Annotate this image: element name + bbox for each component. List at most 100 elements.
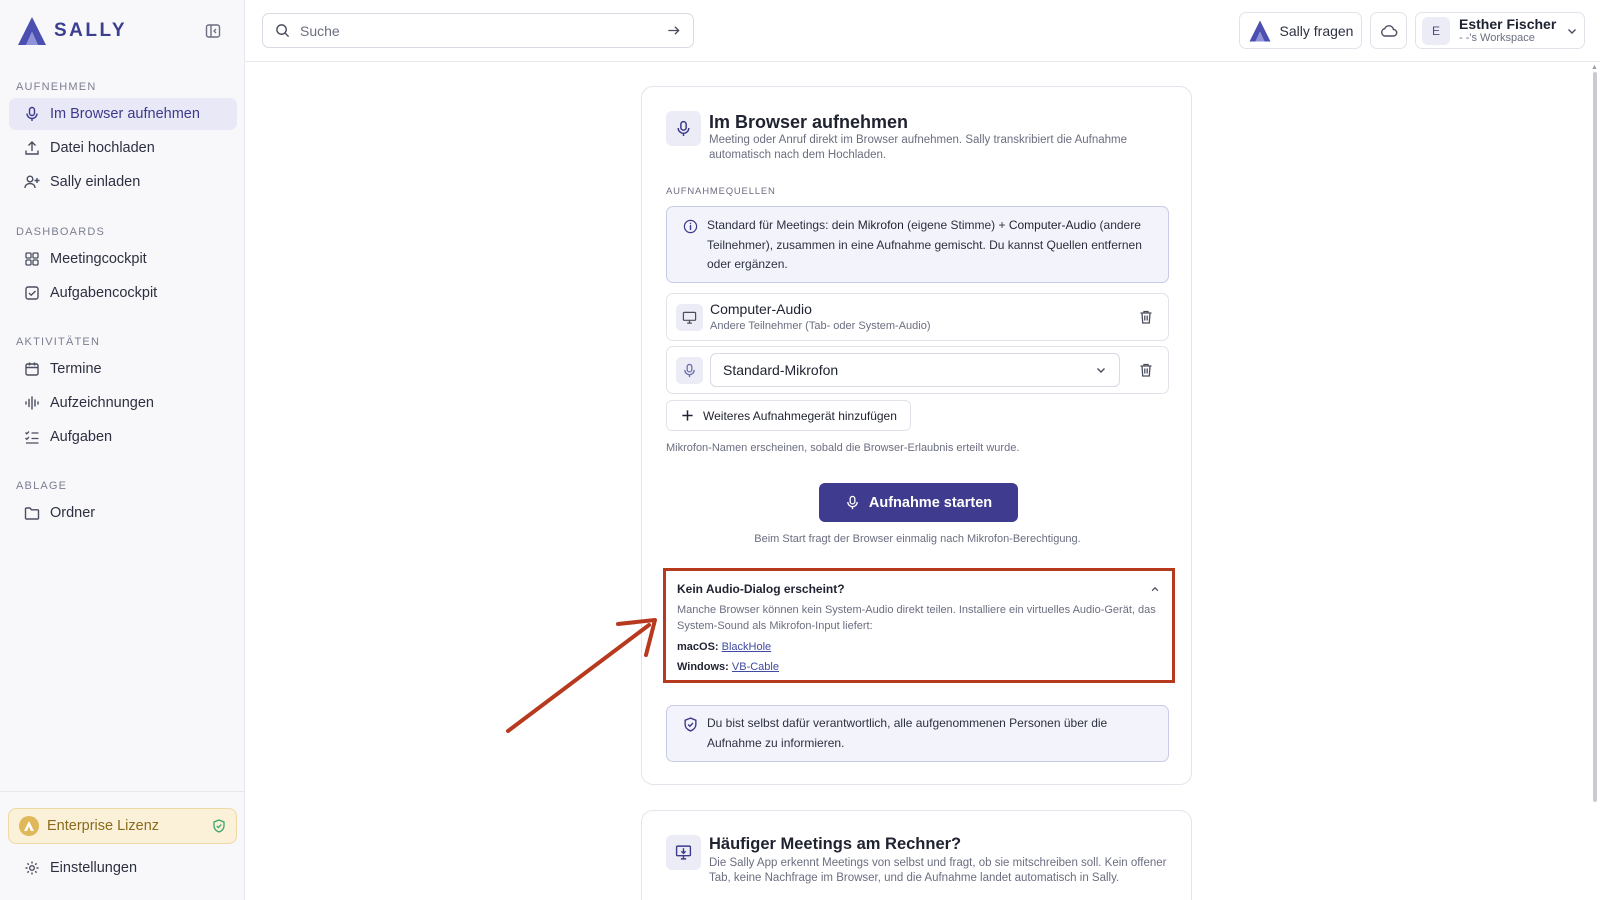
- license-logo-icon: [19, 816, 39, 836]
- vb-cable-link[interactable]: VB-Cable: [732, 661, 779, 673]
- sidebar-item-aufzeichnungen[interactable]: Aufzeichnungen: [9, 387, 237, 419]
- chevron-down-icon: [1097, 368, 1105, 373]
- upload-icon: [25, 141, 39, 155]
- source-subtitle: Andere Teilnehmer (Tab- oder System-Audi…: [710, 320, 931, 332]
- chevron-down-icon: [1568, 28, 1576, 34]
- gear-icon: [25, 861, 39, 875]
- chevron-up-icon[interactable]: [1150, 584, 1160, 594]
- nav-section-aktivitaeten: AKTIVITÄTEN: [16, 336, 101, 348]
- sidebar-item-aufgabencockpit[interactable]: Aufgabencockpit: [9, 277, 237, 309]
- record-card: Im Browser aufnehmen Meeting oder Anruf …: [641, 86, 1192, 785]
- promo-header-icon: [666, 835, 701, 870]
- mic-hint: Mikrofon-Namen erscheinen, sobald die Br…: [666, 442, 1020, 454]
- trash-icon[interactable]: [1138, 309, 1154, 325]
- sources-info-box: Standard für Meetings: dein Mikrofon (ei…: [666, 206, 1169, 283]
- search-bar[interactable]: [262, 13, 694, 48]
- user-plus-icon: [24, 175, 40, 189]
- sidebar-item-aufgaben[interactable]: Aufgaben: [9, 421, 237, 453]
- blackhole-link[interactable]: BlackHole: [722, 641, 772, 653]
- sidebar-item-ordner[interactable]: Ordner: [9, 497, 237, 529]
- help-windows-line: Windows: VB-Cable: [677, 661, 779, 673]
- user-meta: Esther Fischer - -'s Workspace: [1459, 16, 1556, 45]
- calendar-icon: [25, 362, 39, 376]
- microphone-select[interactable]: Standard-Mikrofon: [710, 353, 1120, 387]
- sidebar-item-label: Datei hochladen: [50, 140, 155, 156]
- mic-icon: [684, 363, 695, 378]
- grid-icon: [25, 252, 39, 266]
- audio-help-description: Manche Browser können kein System-Audio …: [677, 604, 1156, 632]
- mic-icon: [847, 495, 858, 510]
- info-emphasis: Mikrofon: [857, 218, 904, 232]
- record-header-icon: [666, 111, 701, 146]
- sidebar-item-datei-hochladen[interactable]: Datei hochladen: [9, 132, 237, 164]
- help-macos-line: macOS: BlackHole: [677, 641, 771, 653]
- app-promo-card: Häufiger Meetings am Rechner? Die Sally …: [641, 810, 1192, 900]
- license-badge[interactable]: Enterprise Lizenz: [8, 808, 237, 844]
- sidebar-item-label: Aufgabencockpit: [50, 285, 158, 301]
- annotation-arrow-icon: [506, 618, 657, 733]
- cloud-icon: [1380, 24, 1397, 37]
- brand-name: SALLY: [54, 20, 128, 41]
- sidebar-divider: [0, 791, 245, 792]
- source-title: Computer-Audio: [710, 301, 812, 317]
- source-microphone: Standard-Mikrofon: [666, 346, 1169, 394]
- scroll-up-icon[interactable]: ▲: [1591, 64, 1598, 71]
- user-menu[interactable]: E Esther Fischer - -'s Workspace: [1415, 12, 1585, 49]
- arrow-right-icon[interactable]: [666, 23, 681, 38]
- ask-sally-button[interactable]: Sally fragen: [1239, 12, 1362, 49]
- sidebar: SALLY AUFNEHMEN Im Browser aufnehmen Dat…: [0, 0, 245, 900]
- info-icon: [683, 219, 698, 234]
- monitor-icon: [682, 311, 697, 324]
- cloud-sync-button[interactable]: [1370, 12, 1407, 49]
- nav-section-dashboards: DASHBOARDS: [16, 226, 106, 238]
- src-icon: [676, 357, 703, 384]
- microphone-selected: Standard-Mikrofon: [723, 362, 839, 378]
- src-icon: [676, 304, 703, 331]
- shield-check-icon: [213, 819, 225, 833]
- monitor-download-icon: [675, 845, 692, 860]
- nav-section-ablage: ABLAGE: [16, 480, 68, 492]
- sidebar-item-label: Aufgaben: [50, 429, 113, 445]
- search-icon: [276, 24, 290, 38]
- sidebar-item-einstellungen[interactable]: Einstellungen: [9, 852, 237, 884]
- sources-info-text: Standard für Meetings: dein Mikrofon (ei…: [707, 216, 1157, 275]
- sidebar-item-label: Einstellungen: [50, 860, 138, 876]
- audio-help-title[interactable]: Kein Audio-Dialog erscheint?: [677, 582, 845, 596]
- promo-description: Die Sally App erkennt Meetings von selbs…: [709, 857, 1167, 884]
- shield-check-icon: [684, 717, 697, 732]
- consent-text: Du bist selbst dafür verantwortlich, all…: [707, 716, 1108, 750]
- sidebar-item-termine[interactable]: Termine: [9, 353, 237, 385]
- nav-section-aufnehmen: AUFNEHMEN: [16, 81, 97, 93]
- page-title: Im Browser aufnehmen: [709, 112, 909, 132]
- trash-icon[interactable]: [1138, 362, 1154, 378]
- mic-icon: [26, 106, 38, 121]
- sidebar-item-label: Aufzeichnungen: [50, 395, 154, 411]
- search-input[interactable]: [300, 22, 656, 39]
- page-description: Meeting oder Anruf direkt im Browser auf…: [709, 134, 1128, 161]
- start-recording-label: Aufnahme starten: [868, 494, 993, 511]
- sidebar-item-im-browser-aufnehmen[interactable]: Im Browser aufnehmen: [9, 98, 237, 130]
- sidebar-item-sally-einladen[interactable]: Sally einladen: [9, 166, 237, 198]
- brand-logo[interactable]: SALLY: [16, 15, 127, 47]
- user-workspace: - -'s Workspace: [1459, 32, 1535, 45]
- macos-label: macOS:: [677, 641, 719, 653]
- audio-lines-icon: [25, 396, 39, 410]
- add-device-button[interactable]: Weiteres Aufnahmegerät hinzufügen: [666, 400, 911, 431]
- sidebar-collapse-icon[interactable]: [205, 23, 221, 39]
- check-square-icon: [25, 286, 39, 300]
- plus-icon: [682, 410, 693, 421]
- windows-label: Windows:: [677, 661, 729, 673]
- sidebar-item-label: Im Browser aufnehmen: [50, 106, 200, 122]
- sidebar-item-label: Ordner: [50, 505, 96, 521]
- topbar: Sally fragen E Esther Fischer - -'s Work…: [245, 0, 1600, 62]
- start-recording-button[interactable]: Aufnahme starten: [819, 483, 1018, 522]
- sidebar-item-label: Meetingcockpit: [50, 251, 147, 267]
- source-computer-audio: Computer-Audio Andere Teilnehmer (Tab- o…: [666, 293, 1169, 341]
- sidebar-item-label: Termine: [50, 361, 102, 377]
- sources-label: AUFNAHMEQUELLEN: [666, 186, 776, 197]
- info-part: (eigene Stimme) +: [903, 218, 1009, 232]
- scrollbar-thumb[interactable]: [1593, 72, 1597, 802]
- sidebar-item-meetingcockpit[interactable]: Meetingcockpit: [9, 243, 237, 275]
- mic-icon: [677, 120, 690, 136]
- info-part: Standard für Meetings: dein: [707, 218, 858, 232]
